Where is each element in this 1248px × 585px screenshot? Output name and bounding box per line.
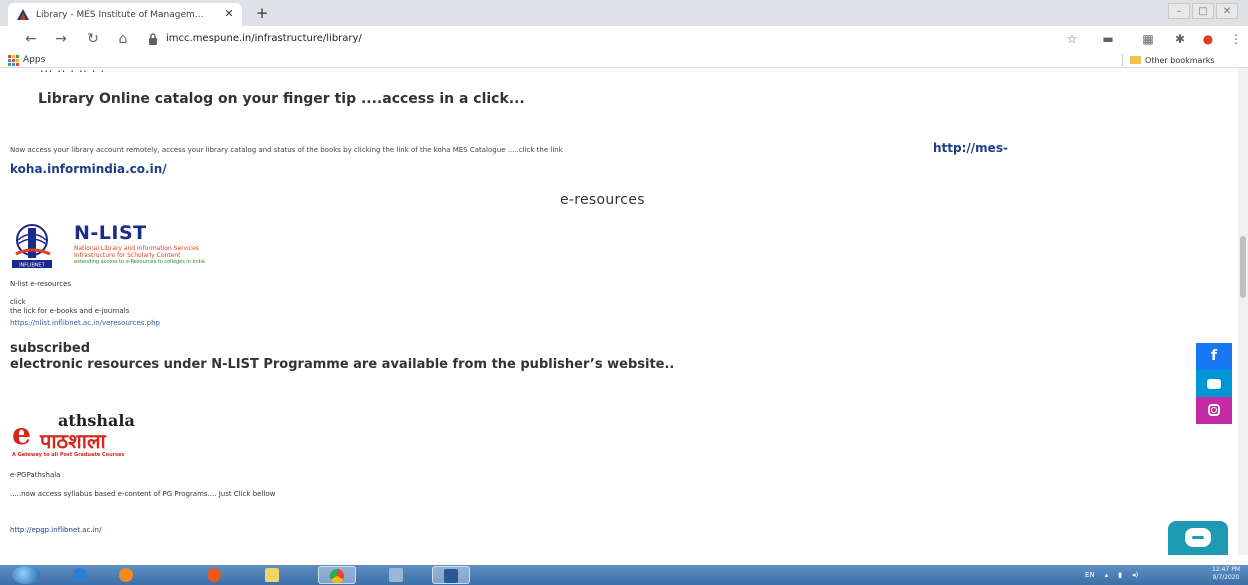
subscribed-heading: subscribed electronic resources under N-… [10, 341, 810, 373]
apps-grid-icon [8, 54, 19, 66]
browser-tab[interactable]: Library - MES Institute of Management ✕ [8, 3, 242, 26]
epg-logo-e: e [12, 417, 32, 452]
subscribed-line2: electronic resources under N-LIST Progra… [10, 357, 675, 372]
eresources-heading: e-resources [560, 192, 645, 208]
file-explorer-icon [265, 568, 279, 582]
star-icon[interactable]: ☆ [1064, 31, 1080, 47]
forward-arrow-icon[interactable]: → [52, 30, 70, 48]
chat-widget-button[interactable] [1168, 521, 1228, 555]
nlist-logo[interactable]: INFLIBNET N-LIST National Library and In… [10, 220, 310, 270]
emblem-caption: INFLIBNET [19, 263, 45, 269]
minimize-icon[interactable]: – [1168, 3, 1190, 19]
browser-toolbar: ← → ↻ ⌂ imcc.mespune.in/infrastructure/l… [0, 26, 1248, 52]
click-text: click [10, 298, 26, 306]
window-controls: – □ ✕ [1168, 3, 1238, 21]
system-tray: EN ▴ ▮ ◂) [1085, 565, 1138, 585]
extension-dark-icon[interactable]: ▬ [1100, 31, 1116, 47]
folder-icon [1130, 56, 1141, 64]
taskbar-chrome[interactable] [318, 566, 356, 584]
nlist-logo-line2: Infrastructure for Scholarly Content [74, 252, 181, 259]
taskbar-app[interactable] [378, 566, 416, 584]
profile-avatar-icon[interactable]: ● [1200, 31, 1216, 47]
access-paragraph: Now access your library account remotely… [10, 146, 563, 154]
bookmarks-bar: Apps Other bookmarks [0, 52, 1248, 68]
bookmarks-divider [1122, 54, 1123, 66]
chrome-icon [330, 569, 344, 583]
windows-taskbar: EN ▴ ▮ ◂) 12:47 PM 9/7/2020 [0, 565, 1248, 585]
browser-tabstrip: Library - MES Institute of Management ✕ … [0, 0, 1248, 26]
url-text: imcc.mespune.in/infrastructure/library/ [166, 33, 362, 44]
new-tab-button[interactable]: + [254, 5, 270, 21]
inflibnet-emblem-icon: INFLIBNET [12, 224, 52, 269]
clock[interactable]: 12:47 PM 9/7/2020 [1212, 566, 1240, 582]
other-bookmarks-label: Other bookmarks [1145, 55, 1215, 65]
nlist-url-link[interactable]: https://nlist.inflibnet.ac.in/veresource… [10, 319, 160, 328]
nlist-logo-line3: extending access to e-Resources to colle… [74, 259, 205, 265]
other-bookmarks[interactable]: Other bookmarks [1130, 53, 1215, 67]
clipped-text: ... .. . .. . . [40, 68, 105, 75]
subscribed-line1: subscribed [10, 341, 91, 356]
youtube-icon[interactable] [1196, 370, 1232, 397]
koha-link[interactable]: http://mes- [933, 141, 1008, 155]
network-icon[interactable]: ▮ [1118, 571, 1122, 579]
firefox-icon [207, 568, 221, 582]
taskbar-ie[interactable] [62, 566, 100, 584]
media-player-icon [119, 568, 133, 582]
social-share-bar: f [1196, 343, 1232, 424]
home-icon[interactable]: ⌂ [114, 30, 132, 48]
internet-explorer-icon [73, 568, 87, 582]
page-scrollbar[interactable] [1238, 68, 1248, 555]
epg-logo-hindi: पाठशाला [40, 429, 106, 453]
maximize-icon[interactable]: □ [1192, 3, 1214, 19]
screen: Library - MES Institute of Management ✕ … [0, 0, 1248, 585]
epg-url-link[interactable]: http://epgp.inflibnet.ac.in/ [10, 526, 101, 535]
site-favicon-icon [17, 9, 29, 20]
lock-icon [149, 33, 157, 45]
apps-label: Apps [23, 55, 46, 65]
menu-dots-icon[interactable]: ⋮ [1228, 31, 1244, 47]
epg-caption: e-PGPathshala [10, 471, 61, 479]
back-arrow-icon[interactable]: ← [22, 30, 40, 48]
epg-logo-tagline: A Gateway to all Post Graduate Courses [12, 452, 125, 458]
catalog-heading: Library Online catalog on your finger ti… [38, 91, 525, 107]
language-indicator[interactable]: EN [1085, 571, 1095, 579]
tab-title: Library - MES Institute of Management [36, 10, 206, 20]
address-bar[interactable]: imcc.mespune.in/infrastructure/library/ [142, 29, 1072, 49]
instagram-icon[interactable] [1196, 397, 1232, 424]
page-content: ... .. . .. . . Library Online catalog o… [0, 68, 1248, 555]
extension-puzzle-icon[interactable]: ✱ [1172, 31, 1188, 47]
clock-date: 9/7/2020 [1212, 574, 1240, 581]
facebook-icon[interactable]: f [1196, 343, 1232, 370]
nlist-logo-line1: National Library and Information Service… [74, 245, 199, 252]
start-button[interactable] [12, 566, 40, 584]
app-window-icon [389, 568, 403, 582]
scrollbar-thumb[interactable] [1240, 236, 1246, 298]
chat-bubble-icon [1185, 528, 1211, 547]
koha-link-continued[interactable]: koha.informindia.co.in/ [10, 162, 167, 176]
volume-icon[interactable]: ◂) [1132, 571, 1138, 579]
taskbar-firefox[interactable] [196, 566, 234, 584]
extension-grid-icon[interactable]: ▦ [1140, 31, 1156, 47]
taskbar-explorer[interactable] [254, 566, 292, 584]
apps-shortcut[interactable]: Apps [8, 53, 45, 67]
tab-close-icon[interactable]: ✕ [222, 7, 236, 21]
lick-text: the lick for e-books and e-journals [10, 307, 130, 315]
clock-time: 12:47 PM [1212, 566, 1240, 573]
taskbar-media[interactable] [108, 566, 146, 584]
epgpathshala-logo[interactable]: e athshala पाठशाला A Gateway to all Post… [10, 409, 230, 461]
reload-icon[interactable]: ↻ [84, 30, 102, 48]
nlist-caption: N-list e-resources [10, 280, 72, 288]
tray-arrow-icon[interactable]: ▴ [1105, 571, 1109, 579]
close-window-icon[interactable]: ✕ [1216, 3, 1238, 19]
nlist-logo-title: N-LIST [74, 222, 147, 244]
taskbar-word[interactable] [432, 566, 470, 584]
epg-text: .....now access syllabus based e-content… [10, 490, 276, 498]
word-icon [444, 569, 458, 583]
